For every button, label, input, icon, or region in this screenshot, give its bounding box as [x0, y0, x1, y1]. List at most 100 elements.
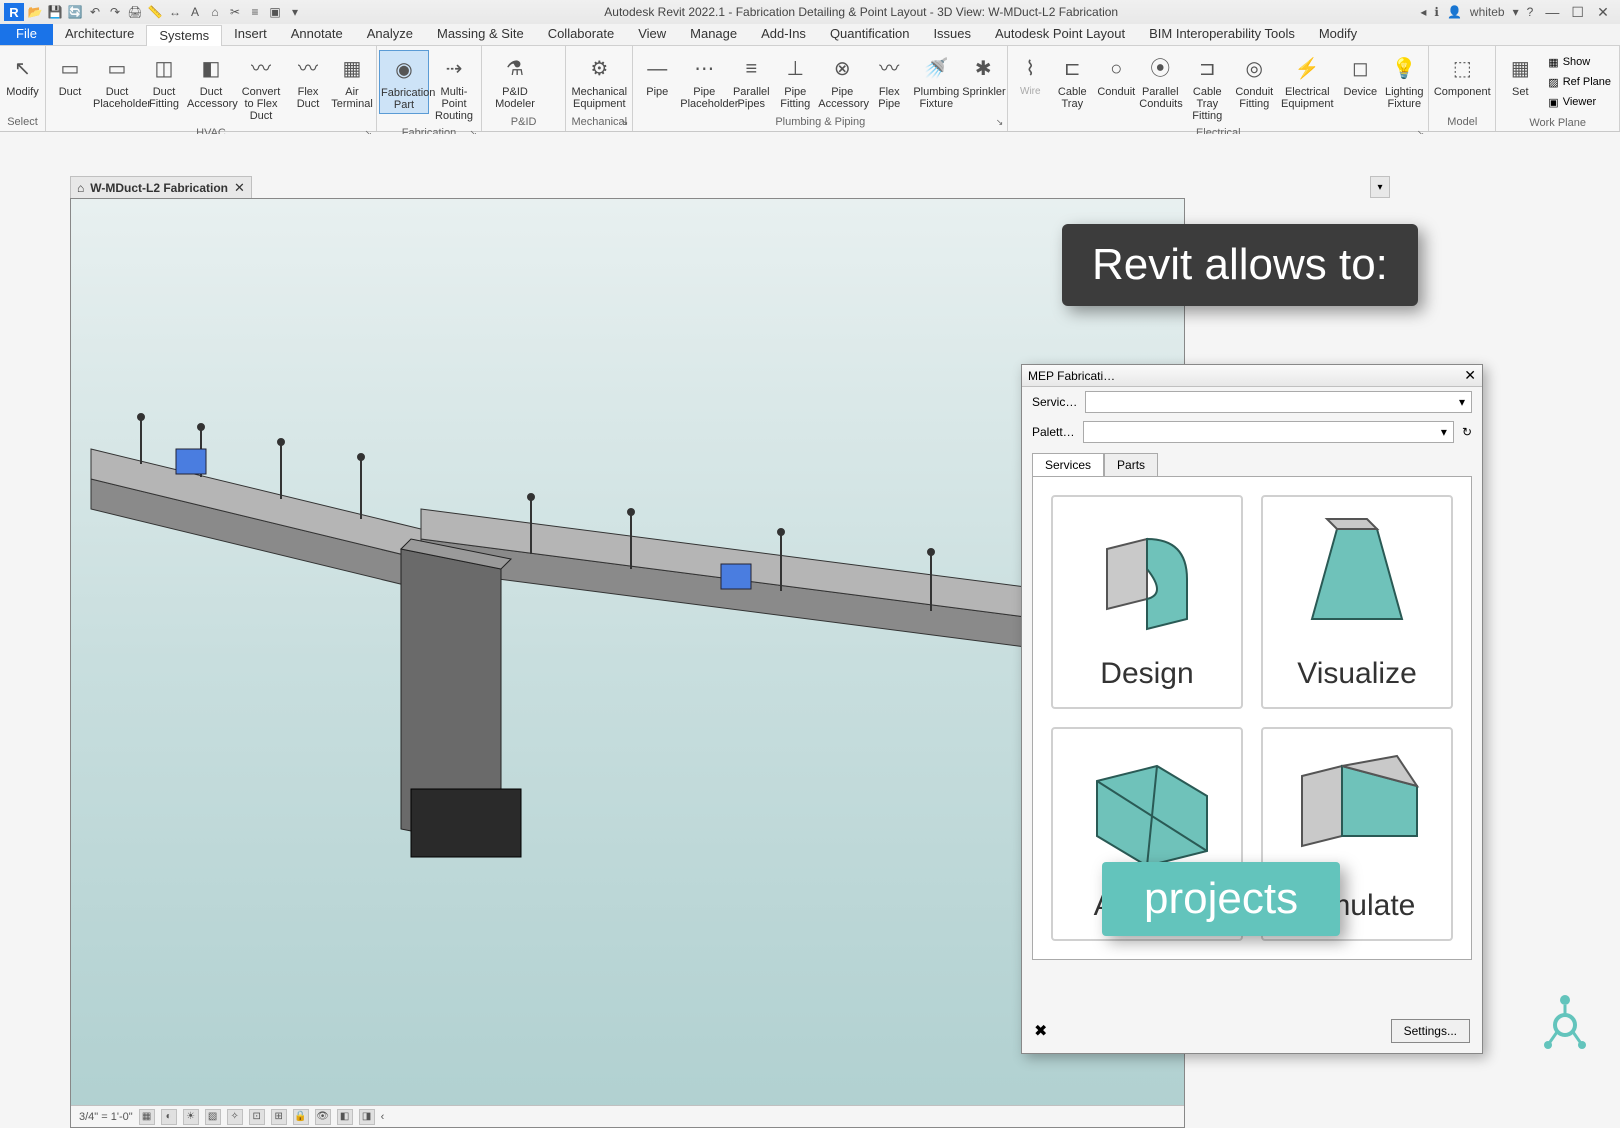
3d-viewport[interactable]: 3/4" = 1'-0" ▦ ◐ ☀ ▧ ✧ ⊡ ⊞ 🔒 👁 ◧ ◨ ‹ [70, 198, 1185, 1128]
3d-icon[interactable]: ⌂ [206, 3, 224, 21]
user-name[interactable]: whiteb [1470, 5, 1505, 19]
tab-annotate[interactable]: Annotate [279, 24, 355, 45]
measure-icon[interactable]: 📏 [146, 3, 164, 21]
tab-collaborate[interactable]: Collaborate [536, 24, 627, 45]
component-button[interactable]: ⬚Component [1431, 50, 1493, 100]
sync-icon[interactable]: 🔄 [66, 3, 84, 21]
pipe-accessory-button[interactable]: ⊗Pipe Accessory [817, 50, 867, 112]
plumbing-fixture-button[interactable]: 🚿Plumbing Fixture [911, 50, 961, 112]
lighting-fixture-button[interactable]: 💡Lighting Fixture [1382, 50, 1426, 112]
palette-header[interactable]: MEP Fabricati… ✕ [1022, 365, 1482, 387]
sun-path-icon[interactable]: ☀ [183, 1109, 199, 1125]
worksharing-icon[interactable]: ◨ [359, 1109, 375, 1125]
duct-placeholder-button[interactable]: ▭Duct Placeholder [92, 50, 142, 112]
pid-modeler-button[interactable]: ⚗P&ID Modeler [484, 50, 546, 112]
mech-equipment-button[interactable]: ⚙Mechanical Equipment [568, 50, 630, 112]
undo-icon[interactable]: ↶ [86, 3, 104, 21]
infocenter-icon[interactable]: ℹ [1434, 5, 1439, 19]
reveal-icon[interactable]: ◧ [337, 1109, 353, 1125]
pipe-button[interactable]: —Pipe [635, 50, 679, 100]
switch-icon[interactable]: ▾ [286, 3, 304, 21]
crop-icon[interactable]: ⊡ [249, 1109, 265, 1125]
palette-tools-icon[interactable]: ✖ [1034, 1021, 1047, 1041]
fabrication-part-button[interactable]: ◉Fabrication Part [379, 50, 429, 114]
tab-analyze[interactable]: Analyze [355, 24, 425, 45]
electrical-equipment-button[interactable]: ⚡Electrical Equipment [1276, 50, 1338, 112]
palette-close-icon[interactable]: ✕ [1464, 367, 1476, 384]
thin-icon[interactable]: ≡ [246, 3, 264, 21]
tab-quantification[interactable]: Quantification [818, 24, 922, 45]
text-icon[interactable]: A [186, 3, 204, 21]
pipe-fitting-button[interactable]: ⊥Pipe Fitting [773, 50, 817, 112]
nav-left-icon[interactable]: ‹ [381, 1111, 385, 1123]
wire-button[interactable]: ⌇Wire [1010, 50, 1050, 100]
convert-flex-button[interactable]: 〰Convert to Flex Duct [236, 50, 286, 124]
tab-insert[interactable]: Insert [222, 24, 279, 45]
conduit-fitting-button[interactable]: ◎Conduit Fitting [1232, 50, 1276, 112]
maximize-button[interactable]: ☐ [1567, 4, 1589, 21]
temp-hide-icon[interactable]: 👁 [315, 1109, 331, 1125]
view-scale[interactable]: 3/4" = 1'-0" [79, 1111, 133, 1123]
tab-addins[interactable]: Add-Ins [749, 24, 818, 45]
visual-style-icon[interactable]: ◐ [161, 1109, 177, 1125]
section-icon[interactable]: ✂ [226, 3, 244, 21]
flex-duct-button[interactable]: 〰Flex Duct [286, 50, 330, 112]
settings-button[interactable]: Settings... [1391, 1019, 1470, 1043]
tab-bim-interop[interactable]: BIM Interoperability Tools [1137, 24, 1307, 45]
print-icon[interactable]: 🖨 [126, 3, 144, 21]
parallel-pipes-button[interactable]: ≡Parallel Pipes [729, 50, 773, 112]
select-group-label[interactable]: Select ▼ [0, 113, 45, 131]
shadows-icon[interactable]: ▧ [205, 1109, 221, 1125]
tab-services[interactable]: Services [1032, 453, 1104, 476]
tab-view[interactable]: View [626, 24, 678, 45]
tab-massing[interactable]: Massing & Site [425, 24, 536, 45]
show-button[interactable]: ▦ Show [1548, 52, 1611, 72]
keyword-icon[interactable]: ◂ [1420, 5, 1426, 19]
modify-button[interactable]: ↖Modify [2, 50, 43, 100]
document-tab[interactable]: ⌂ W-MDuct-L2 Fabrication ✕ [70, 176, 252, 198]
minimize-button[interactable]: — [1541, 4, 1563, 20]
pipe-placeholder-button[interactable]: ⋯Pipe Placeholder [679, 50, 729, 112]
duct-accessory-button[interactable]: ◧Duct Accessory [186, 50, 236, 112]
save-icon[interactable]: 💾 [46, 3, 64, 21]
tab-pointlayout[interactable]: Autodesk Point Layout [983, 24, 1137, 45]
card-visualize[interactable]: Visualize [1261, 495, 1453, 709]
dim-icon[interactable]: ↔ [166, 3, 184, 21]
parallel-conduits-button[interactable]: ⦿Parallel Conduits [1138, 50, 1182, 112]
service-dropdown[interactable]: ▾ [1085, 391, 1472, 413]
redo-icon[interactable]: ↷ [106, 3, 124, 21]
palette-dropdown[interactable]: ▾ [1083, 421, 1454, 443]
crop-region-icon[interactable]: ⊞ [271, 1109, 287, 1125]
conduit-button[interactable]: ○Conduit [1094, 50, 1138, 100]
tab-issues[interactable]: Issues [921, 24, 983, 45]
flex-pipe-button[interactable]: 〰Flex Pipe [867, 50, 911, 112]
favorites-icon[interactable]: ▾ [1513, 5, 1519, 19]
tab-modify[interactable]: Modify [1307, 24, 1369, 45]
card-design[interactable]: Design [1051, 495, 1243, 709]
render-icon[interactable]: ✧ [227, 1109, 243, 1125]
tab-file[interactable]: File [0, 24, 53, 45]
close-win-icon[interactable]: ▣ [266, 3, 284, 21]
lock-icon[interactable]: 🔒 [293, 1109, 309, 1125]
user-icon[interactable]: 👤 [1447, 5, 1462, 19]
refresh-palette-icon[interactable]: ↻ [1462, 425, 1472, 439]
multi-point-routing-button[interactable]: ⇢Multi-Point Routing [429, 50, 479, 124]
duct-button[interactable]: ▭Duct [48, 50, 92, 100]
tab-overflow-icon[interactable]: ▾ [1370, 176, 1390, 198]
revit-logo-icon[interactable]: R [4, 3, 24, 21]
ref-plane-button[interactable]: ▨ Ref Plane [1548, 72, 1611, 92]
set-button[interactable]: ▦Set [1498, 50, 1542, 100]
duct-fitting-button[interactable]: ◫Duct Fitting [142, 50, 186, 112]
tab-parts[interactable]: Parts [1104, 453, 1158, 476]
device-button[interactable]: ◻Device [1338, 50, 1382, 100]
detail-level-icon[interactable]: ▦ [139, 1109, 155, 1125]
close-button[interactable]: ✕ [1592, 4, 1614, 21]
air-terminal-button[interactable]: ▦Air Terminal [330, 50, 374, 112]
tab-architecture[interactable]: Architecture [53, 24, 146, 45]
tab-manage[interactable]: Manage [678, 24, 749, 45]
tab-systems[interactable]: Systems [146, 25, 222, 46]
viewer-button[interactable]: ▣ Viewer [1548, 92, 1611, 112]
sprinkler-button[interactable]: ✱Sprinkler [961, 50, 1005, 100]
help-icon[interactable]: ? [1527, 5, 1534, 19]
cable-tray-fitting-button[interactable]: ⊐Cable Tray Fitting [1182, 50, 1232, 124]
